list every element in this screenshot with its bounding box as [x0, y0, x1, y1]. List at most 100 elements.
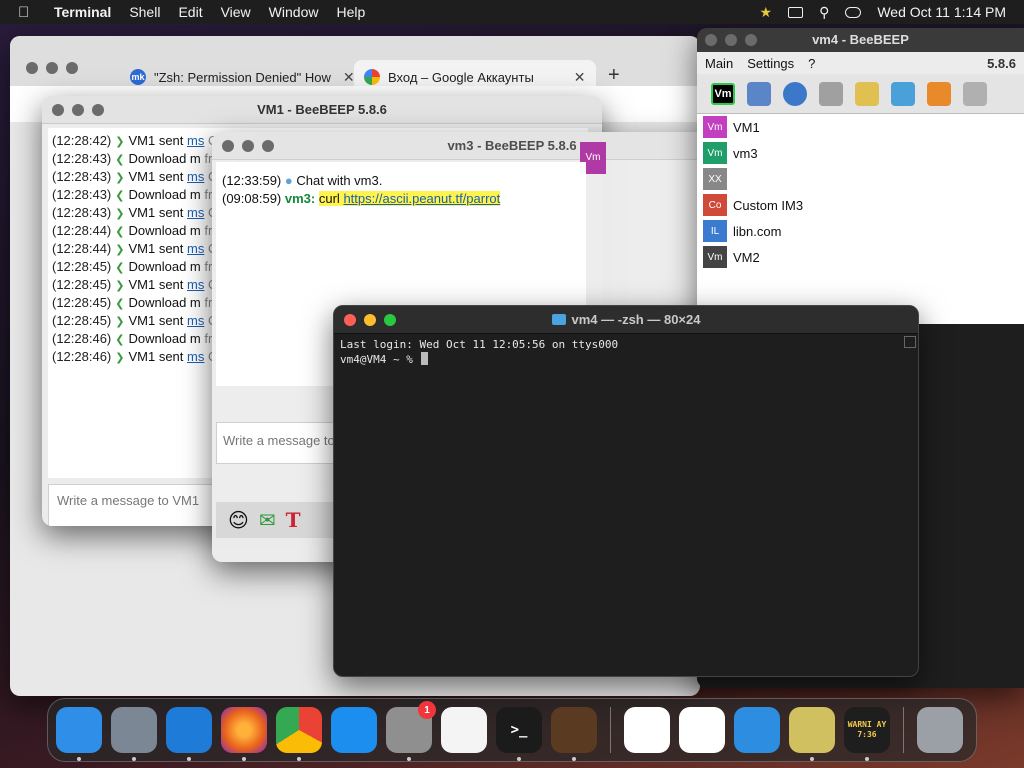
minimize-icon[interactable]	[725, 34, 737, 46]
menu-window[interactable]: Window	[269, 4, 319, 20]
user-avatar: Co	[703, 194, 727, 216]
screen-mirroring-icon[interactable]	[788, 6, 804, 18]
launchpad-icon[interactable]	[111, 707, 157, 761]
notification-badge: 1	[418, 701, 436, 719]
textedit-icon[interactable]	[441, 707, 487, 753]
trash-icon[interactable]	[917, 707, 963, 753]
dock-separator	[903, 707, 904, 753]
status-vm-icon[interactable]: Vm	[711, 82, 735, 105]
chat-line: (09:08:59) vm3: curl https://ascii.peanu…	[222, 190, 580, 208]
file-link[interactable]: ms	[187, 205, 204, 220]
timestamp: (12:28:42)	[52, 133, 112, 148]
garageband-icon[interactable]	[551, 707, 597, 761]
minimize-icon[interactable]	[46, 62, 58, 74]
close-icon[interactable]	[52, 104, 64, 116]
zoom-icon[interactable]	[92, 104, 104, 116]
close-icon[interactable]	[222, 140, 234, 152]
weather-icon[interactable]	[734, 707, 780, 753]
vscode-icon[interactable]	[624, 707, 670, 753]
user-list-item[interactable]: Co Custom IM3	[697, 192, 1024, 218]
transfer-icon: ❮	[115, 298, 125, 310]
menu-help[interactable]: Help	[336, 4, 365, 20]
minimize-icon[interactable]	[72, 104, 84, 116]
send-file-icon[interactable]: ✉	[259, 508, 276, 533]
firefox-icon[interactable]	[221, 707, 267, 761]
timestamp: (12:28:45)	[52, 277, 112, 292]
terminal-icon[interactable]: >_	[496, 707, 542, 761]
menu-help[interactable]: ?	[808, 56, 815, 71]
finder-icon[interactable]	[56, 707, 102, 761]
write-icon[interactable]	[855, 81, 879, 106]
menu-edit[interactable]: Edit	[178, 4, 202, 20]
user-list-item[interactable]: Vm VM2	[697, 244, 1024, 270]
menu-shell[interactable]: Shell	[129, 4, 160, 20]
new-tab-icon[interactable]: +	[608, 64, 620, 87]
user-list-item[interactable]: Vm vm3	[697, 140, 1024, 166]
tools-icon[interactable]	[891, 81, 915, 106]
menu-view[interactable]: View	[221, 4, 251, 20]
message-icon[interactable]	[819, 81, 843, 106]
file-link[interactable]: ms	[187, 169, 204, 184]
app-store-icon[interactable]	[331, 707, 377, 753]
running-indicator	[865, 757, 869, 761]
beebeep-status-icon[interactable]: ★	[760, 4, 773, 21]
highlighted-message: curl https://ascii.peanut.tf/parrot	[318, 191, 501, 206]
menu-settings[interactable]: Settings	[747, 56, 794, 71]
close-icon[interactable]	[344, 314, 356, 326]
chat-line: (12:33:59) ● Chat with vm3.	[222, 172, 580, 190]
chat-text: Chat with vm3.	[296, 173, 383, 188]
terminal-window: vm4 — -zsh — 80×24 Last login: Wed Oct 1…	[333, 305, 919, 677]
close-icon[interactable]	[26, 62, 38, 74]
apple-icon[interactable]: 	[18, 4, 38, 21]
console-icon[interactable]: WARNI AY 7:36	[844, 707, 890, 761]
safari-icon[interactable]	[166, 707, 212, 761]
zoom-icon[interactable]	[66, 62, 78, 74]
beebeep-icon[interactable]	[789, 707, 835, 761]
file-link[interactable]: ms	[187, 133, 204, 148]
google-icon	[364, 69, 380, 85]
visual-studio-icon[interactable]	[679, 707, 725, 753]
menu-app-name[interactable]: Terminal	[54, 4, 111, 20]
share-icon[interactable]	[927, 81, 951, 106]
terminal-output[interactable]: Last login: Wed Oct 11 12:05:56 on ttys0…	[340, 338, 618, 367]
console-label: WARNI AY 7:36	[847, 720, 887, 739]
user-list-item[interactable]: Vm VM1	[697, 114, 1024, 140]
zoom-icon[interactable]	[384, 314, 396, 326]
timestamp: (12:28:43)	[52, 205, 112, 220]
scroll-indicator[interactable]	[904, 336, 916, 348]
transfer-icon: ❯	[115, 280, 125, 292]
close-tab-icon[interactable]: ✕	[574, 69, 586, 86]
file-link[interactable]: ms	[187, 277, 204, 292]
message-link[interactable]: https://ascii.peanut.tf/parrot	[343, 191, 500, 206]
network-icon[interactable]	[783, 81, 807, 106]
minimize-icon[interactable]	[242, 140, 254, 152]
close-tab-icon[interactable]: ✕	[343, 69, 355, 86]
user-avatar: Vm	[703, 142, 727, 164]
log-text: Download m	[128, 331, 201, 346]
transfer-icon: ❯	[115, 172, 125, 184]
control-center-icon[interactable]	[845, 6, 862, 18]
timestamp: (12:33:59)	[222, 173, 282, 188]
zoom-icon[interactable]	[262, 140, 274, 152]
edit-profile-icon[interactable]	[747, 81, 771, 106]
timestamp: (09:08:59)	[222, 191, 282, 206]
file-link[interactable]: ms	[187, 349, 204, 364]
close-icon[interactable]	[705, 34, 717, 46]
transfer-icon: ❯	[115, 244, 125, 256]
emoticon-icon[interactable]: 😊	[228, 508, 249, 533]
menu-main[interactable]: Main	[705, 56, 733, 71]
bin-icon[interactable]	[963, 81, 987, 106]
file-link[interactable]: ms	[187, 313, 204, 328]
search-icon[interactable]: ⚲	[819, 4, 829, 21]
chrome-icon[interactable]	[276, 707, 322, 761]
user-list-item[interactable]: XX	[697, 166, 1024, 192]
running-indicator	[517, 757, 521, 761]
file-link[interactable]: ms	[187, 241, 204, 256]
zoom-icon[interactable]	[745, 34, 757, 46]
site-favicon-icon: mk	[130, 69, 146, 85]
system-settings-icon[interactable]: 1	[386, 701, 436, 761]
clock[interactable]: Wed Oct 11 1:14 PM	[877, 4, 1006, 20]
user-list-item[interactable]: IL libn.com	[697, 218, 1024, 244]
text-color-icon[interactable]: T	[286, 508, 301, 532]
minimize-icon[interactable]	[364, 314, 376, 326]
